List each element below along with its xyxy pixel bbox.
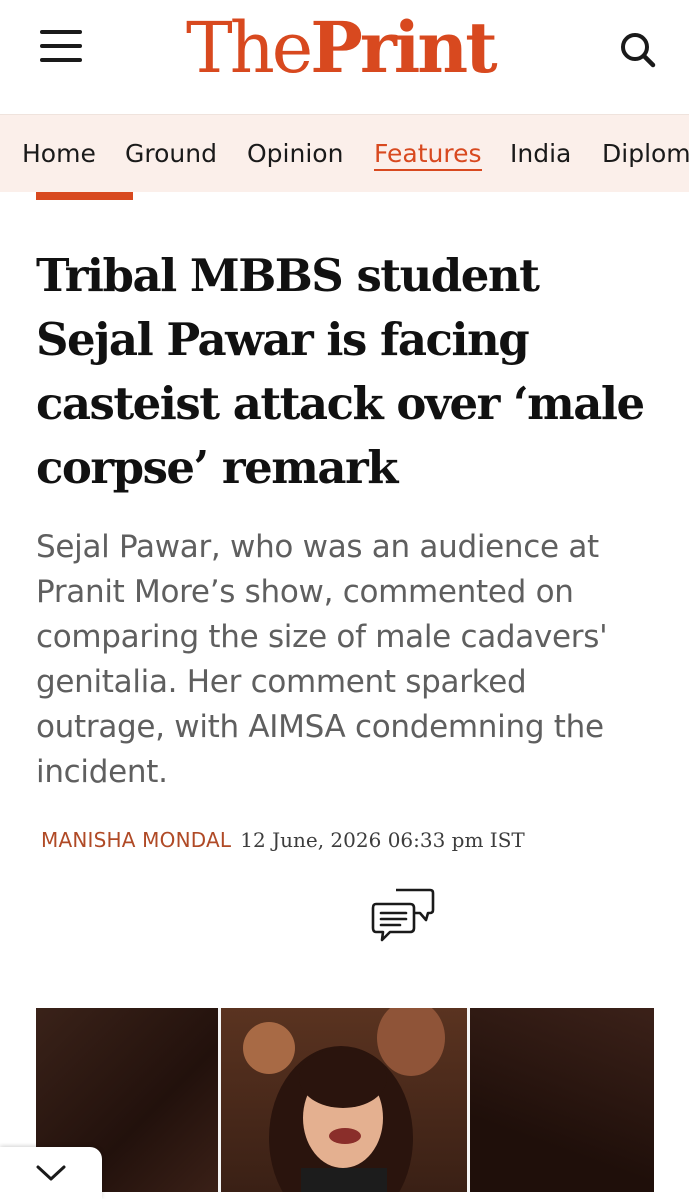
article-dateline: 12 June, 2026 06:33 pm IST — [240, 828, 525, 852]
nav-item-opinion[interactable]: Opinion — [247, 137, 343, 171]
hero-image-divider — [218, 1008, 221, 1192]
logo-print: Print — [310, 6, 497, 89]
section-accent-bar — [36, 192, 133, 200]
article-headline: Tribal MBBS student Sejal Pawar is facin… — [36, 249, 645, 494]
author-link[interactable]: MANISHA MONDAL — [41, 828, 231, 852]
top-header: ThePrint — [0, 0, 689, 114]
comments-icon[interactable] — [370, 886, 436, 944]
hamburger-menu-icon[interactable] — [38, 30, 84, 64]
article-byline: MANISHA MONDAL 12 June, 2026 06:33 pm IS… — [41, 828, 651, 852]
hero-image-panel-center — [221, 1008, 467, 1192]
nav-item-diplomacy[interactable]: Diplomacy — [602, 137, 689, 171]
collapse-toggle-button[interactable] — [0, 1147, 102, 1199]
nav-item-india[interactable]: India — [510, 137, 571, 171]
logo-the: The — [186, 7, 313, 89]
nav-item-ground[interactable]: Ground — [125, 137, 217, 171]
nav-item-home[interactable]: Home — [22, 137, 96, 171]
section-nav: Home Ground Opinion Features India Diplo… — [0, 114, 689, 192]
nav-item-features[interactable]: Features — [374, 137, 482, 171]
search-icon[interactable] — [618, 30, 658, 70]
article-hero-image[interactable] — [36, 1008, 654, 1192]
chevron-down-icon — [36, 1165, 66, 1181]
site-logo[interactable]: ThePrint — [186, 6, 516, 90]
hero-image-panel-right — [470, 1008, 654, 1192]
hero-image-divider — [467, 1008, 470, 1192]
article-dek: Sejal Pawar, who was an audience at Pran… — [36, 529, 608, 790]
